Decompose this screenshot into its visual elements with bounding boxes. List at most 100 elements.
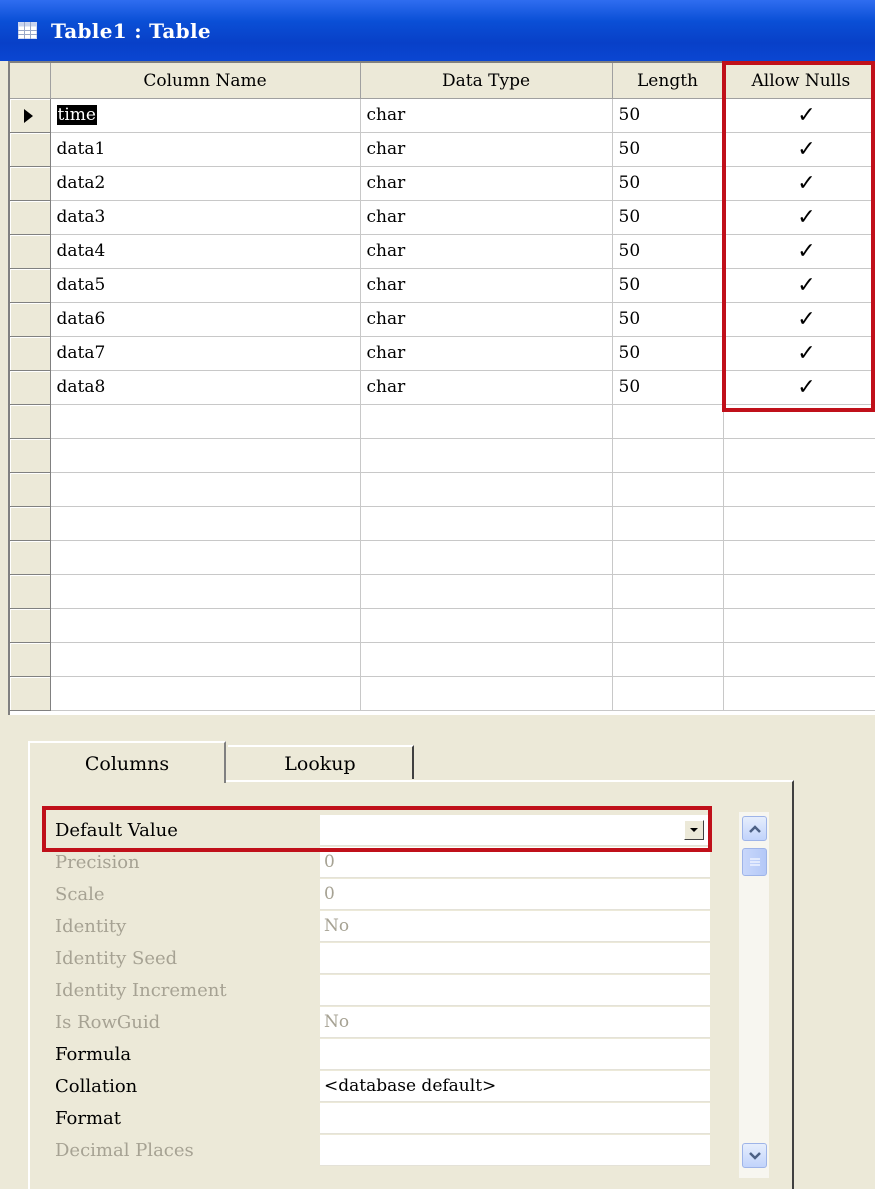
cell-data-type[interactable] xyxy=(360,438,613,473)
empty-table-row[interactable] xyxy=(10,506,875,541)
row-selector[interactable] xyxy=(10,574,51,609)
cell-allow-nulls[interactable] xyxy=(723,574,875,609)
row-selector[interactable] xyxy=(10,268,51,303)
cell-data-type[interactable] xyxy=(360,642,613,677)
cell-length[interactable]: 50 xyxy=(612,302,724,337)
cell-column-name[interactable]: data4 xyxy=(50,234,361,269)
cell-column-name[interactable]: data1 xyxy=(50,132,361,167)
window-titlebar[interactable]: Table1 : Table xyxy=(0,0,875,61)
cell-column-name[interactable]: data7 xyxy=(50,336,361,371)
cell-data-type[interactable] xyxy=(360,506,613,541)
header-length[interactable]: Length xyxy=(612,63,724,99)
cell-length[interactable]: 50 xyxy=(612,234,724,269)
cell-data-type[interactable] xyxy=(360,574,613,609)
cell-allow-nulls[interactable] xyxy=(723,506,875,541)
header-allow-nulls[interactable]: Allow Nulls xyxy=(723,63,875,99)
cell-data-type[interactable]: char xyxy=(360,302,613,337)
empty-table-row[interactable] xyxy=(10,574,875,609)
cell-column-name[interactable]: time xyxy=(50,98,361,133)
table-row[interactable]: data1 char 50 ✓ xyxy=(10,132,875,167)
row-selector[interactable] xyxy=(10,370,51,405)
table-row[interactable]: data8 char 50 ✓ xyxy=(10,370,875,405)
cell-allow-nulls[interactable]: ✓ xyxy=(723,166,875,201)
header-column-name[interactable]: Column Name xyxy=(50,63,361,99)
row-selector[interactable] xyxy=(10,98,51,133)
cell-data-type[interactable] xyxy=(360,404,613,439)
cell-data-type[interactable]: char xyxy=(360,200,613,235)
cell-column-name[interactable] xyxy=(50,608,361,643)
cell-allow-nulls[interactable] xyxy=(723,676,875,711)
cell-allow-nulls[interactable] xyxy=(723,540,875,575)
scroll-down-button[interactable] xyxy=(742,1143,767,1168)
table-row[interactable]: data5 char 50 ✓ xyxy=(10,268,875,303)
cell-column-name[interactable]: data8 xyxy=(50,370,361,405)
cell-data-type[interactable] xyxy=(360,472,613,507)
cell-column-name[interactable] xyxy=(50,540,361,575)
cell-length[interactable] xyxy=(612,438,724,473)
cell-data-type[interactable]: char xyxy=(360,132,613,167)
cell-length[interactable] xyxy=(612,506,724,541)
cell-allow-nulls[interactable]: ✓ xyxy=(723,336,875,371)
row-selector[interactable] xyxy=(10,404,51,439)
cell-length[interactable]: 50 xyxy=(612,166,724,201)
empty-table-row[interactable] xyxy=(10,608,875,643)
cell-allow-nulls[interactable]: ✓ xyxy=(723,268,875,303)
cell-data-type[interactable]: char xyxy=(360,268,613,303)
cell-length[interactable] xyxy=(612,472,724,507)
properties-scrollbar[interactable] xyxy=(739,812,769,1178)
cell-data-type[interactable]: char xyxy=(360,234,613,269)
table-row[interactable]: data7 char 50 ✓ xyxy=(10,336,875,371)
cell-length[interactable] xyxy=(612,608,724,643)
tab-columns[interactable]: Columns xyxy=(28,741,226,783)
empty-table-row[interactable] xyxy=(10,540,875,575)
property-value[interactable] xyxy=(320,1038,710,1070)
scroll-thumb[interactable] xyxy=(742,848,767,876)
cell-column-name[interactable] xyxy=(50,574,361,609)
table-row[interactable]: data6 char 50 ✓ xyxy=(10,302,875,337)
row-selector[interactable] xyxy=(10,336,51,371)
cell-length[interactable] xyxy=(612,574,724,609)
cell-length[interactable] xyxy=(612,404,724,439)
cell-allow-nulls[interactable]: ✓ xyxy=(723,234,875,269)
cell-length[interactable]: 50 xyxy=(612,132,724,167)
row-selector[interactable] xyxy=(10,132,51,167)
cell-length[interactable]: 50 xyxy=(612,268,724,303)
scroll-up-button[interactable] xyxy=(742,816,767,841)
row-selector[interactable] xyxy=(10,438,51,473)
row-selector[interactable] xyxy=(10,234,51,269)
cell-column-name[interactable] xyxy=(50,506,361,541)
cell-allow-nulls[interactable] xyxy=(723,438,875,473)
property-value[interactable] xyxy=(320,1102,710,1134)
cell-length[interactable]: 50 xyxy=(612,370,724,405)
cell-length[interactable]: 50 xyxy=(612,200,724,235)
table-row[interactable]: data2 char 50 ✓ xyxy=(10,166,875,201)
cell-length[interactable]: 50 xyxy=(612,98,724,133)
cell-data-type[interactable] xyxy=(360,608,613,643)
cell-data-type[interactable]: char xyxy=(360,370,613,405)
cell-column-name[interactable]: data6 xyxy=(50,302,361,337)
cell-column-name[interactable]: data3 xyxy=(50,200,361,235)
cell-allow-nulls[interactable]: ✓ xyxy=(723,132,875,167)
cell-column-name[interactable] xyxy=(50,642,361,677)
cell-data-type[interactable]: char xyxy=(360,98,613,133)
cell-allow-nulls[interactable]: ✓ xyxy=(723,98,875,133)
table-row[interactable]: time char 50 ✓ xyxy=(10,98,875,133)
cell-length[interactable]: 50 xyxy=(612,336,724,371)
table-row[interactable]: data4 char 50 ✓ xyxy=(10,234,875,269)
cell-allow-nulls[interactable]: ✓ xyxy=(723,302,875,337)
table-row[interactable]: data3 char 50 ✓ xyxy=(10,200,875,235)
row-selector[interactable] xyxy=(10,506,51,541)
empty-table-row[interactable] xyxy=(10,472,875,507)
cell-column-name[interactable]: data2 xyxy=(50,166,361,201)
property-value[interactable]: <database default> xyxy=(320,1070,710,1102)
cell-allow-nulls[interactable] xyxy=(723,404,875,439)
cell-data-type[interactable] xyxy=(360,676,613,711)
cell-data-type[interactable]: char xyxy=(360,336,613,371)
empty-table-row[interactable] xyxy=(10,404,875,439)
cell-allow-nulls[interactable] xyxy=(723,472,875,507)
cell-length[interactable] xyxy=(612,540,724,575)
tab-lookup[interactable]: Lookup xyxy=(228,745,414,779)
header-data-type[interactable]: Data Type xyxy=(360,63,613,99)
empty-table-row[interactable] xyxy=(10,642,875,677)
cell-length[interactable] xyxy=(612,642,724,677)
